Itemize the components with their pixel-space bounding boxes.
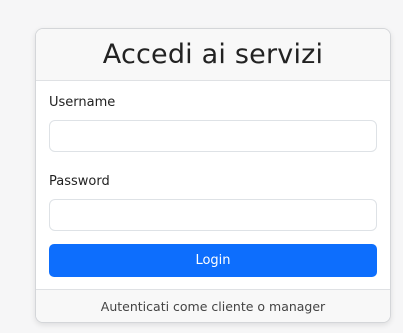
login-form: Username Password Login: [36, 81, 390, 277]
card-header: Accedi ai servizi: [36, 29, 390, 81]
card-footer: Autenticati come cliente o manager: [36, 289, 390, 322]
password-label: Password: [49, 174, 110, 189]
username-label: Username: [49, 95, 116, 110]
login-button[interactable]: Login: [49, 244, 377, 277]
password-input[interactable]: [49, 199, 377, 231]
login-card: Accedi ai servizi Username Password Logi…: [35, 28, 391, 323]
page-title: Accedi ai servizi: [102, 39, 324, 70]
username-input[interactable]: [49, 120, 377, 152]
